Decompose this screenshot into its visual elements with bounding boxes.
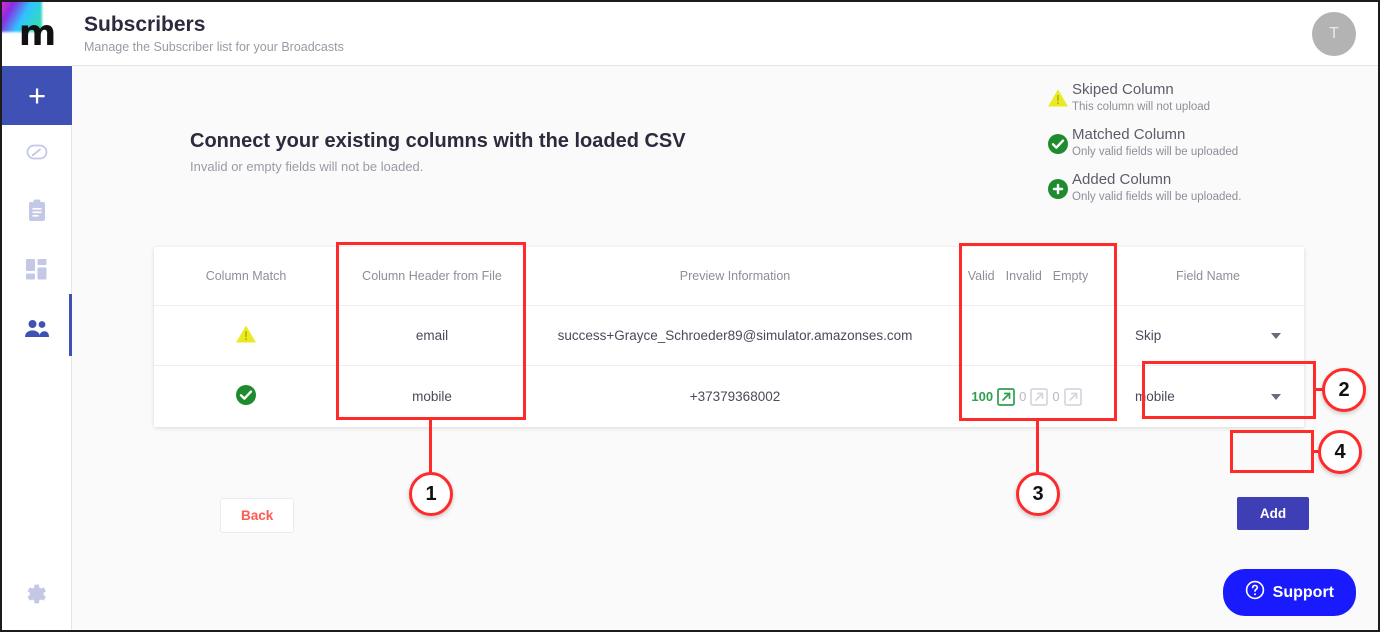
column-header-preview-information: Preview Information <box>526 247 944 306</box>
cell-valid-invalid-empty: 100 0 0 <box>944 366 1112 428</box>
legend-title: Matched Column <box>1072 125 1186 143</box>
plus-circle-icon <box>1044 170 1072 200</box>
cell-column-header: mobile <box>412 389 452 404</box>
annotation-marker-3: 3 <box>1016 472 1060 516</box>
legend-title: Skiped Column <box>1072 81 1174 98</box>
question-circle-icon <box>1245 580 1265 605</box>
sidebar-item-dashboard[interactable] <box>2 125 72 184</box>
back-button[interactable]: Back <box>220 498 295 533</box>
page-title: Subscribers <box>84 12 206 36</box>
annotation-marker-1: 1 <box>409 472 453 516</box>
page-title-block: Subscribers Manage the Subscriber list f… <box>84 13 344 54</box>
sidebar: + <box>2 66 72 630</box>
legend-title: Added Column <box>1072 170 1172 188</box>
cell-valid-invalid-empty <box>944 305 1112 366</box>
app-window: m Subscribers Manage the Subscriber list… <box>0 0 1380 632</box>
check-circle-icon <box>235 385 257 409</box>
avatar-initial: T <box>1329 25 1339 42</box>
column-header-valid: Valid <box>967 269 995 283</box>
legend-item-added: Added Column Only valid fields will be u… <box>1044 170 1364 206</box>
cell-field-name[interactable]: mobile <box>1112 366 1304 428</box>
chevron-down-icon <box>1271 332 1281 339</box>
gear-icon <box>25 583 49 612</box>
column-header-field-name: Field Name <box>1112 247 1304 306</box>
external-link-icon-empty[interactable] <box>1063 387 1083 407</box>
invalid-count: 0 <box>1019 389 1027 404</box>
clipboard-icon <box>26 199 48 228</box>
external-link-icon-valid[interactable] <box>996 387 1016 407</box>
speedometer-icon <box>25 140 49 169</box>
people-icon <box>24 319 50 344</box>
chevron-down-icon <box>1271 393 1281 400</box>
annotation-line-1 <box>429 420 432 476</box>
warning-triangle-icon <box>1044 80 1072 108</box>
grid-icon <box>26 259 48 286</box>
support-button[interactable]: Support <box>1222 569 1356 616</box>
column-header-invalid: Invalid <box>1005 269 1042 283</box>
annotation-line-3 <box>1036 421 1039 477</box>
legend-description: Only valid fields will be uploaded. <box>1072 190 1242 203</box>
section-heading-block: Connect your existing columns with the l… <box>190 130 686 174</box>
column-mapping-table: Column Match Column Header from File Pre… <box>154 247 1304 427</box>
empty-count: 0 <box>1052 389 1060 404</box>
page-subtitle: Manage the Subscriber list for your Broa… <box>84 40 344 55</box>
annotation-marker-4: 4 <box>1318 430 1362 474</box>
annotation-marker-2: 2 <box>1322 368 1366 412</box>
section-subheading: Invalid or empty fields will not be load… <box>190 159 424 174</box>
sidebar-item-subscribers[interactable] <box>2 294 72 361</box>
check-circle-icon <box>1044 125 1072 155</box>
legend-description: This column will not upload <box>1072 101 1211 114</box>
cell-preview: success+Grayce_Schroeder89@simulator.ama… <box>526 305 944 366</box>
warning-triangle-icon <box>235 325 257 347</box>
sidebar-item-add[interactable]: + <box>2 66 72 125</box>
table-row: mobile +37379368002 100 0 0 mobile <box>154 366 1304 428</box>
cell-column-match <box>154 366 338 428</box>
cell-column-header: email <box>338 305 526 366</box>
column-header-valid-invalid-empty: Valid Invalid Empty <box>944 247 1112 306</box>
cell-field-name[interactable]: Skip <box>1112 305 1304 366</box>
sidebar-item-widgets[interactable] <box>2 243 72 302</box>
field-name-select-mobile[interactable]: mobile <box>1133 389 1283 404</box>
table-row: email success+Grayce_Schroeder89@simulat… <box>154 305 1304 366</box>
field-name-value: mobile <box>1135 389 1175 404</box>
legend-item-matched: Matched Column Only valid fields will be… <box>1044 125 1364 161</box>
sidebar-item-reports[interactable] <box>2 184 72 243</box>
support-label: Support <box>1272 583 1334 601</box>
section-heading: Connect your existing columns with the l… <box>190 130 686 152</box>
valid-count: 100 <box>971 389 994 404</box>
avatar[interactable]: T <box>1312 12 1356 56</box>
field-name-value: Skip <box>1135 328 1162 343</box>
app-logo[interactable]: m <box>2 1 72 66</box>
add-button[interactable]: Add <box>1237 497 1309 530</box>
legend-panel: Skiped Column This column will not uploa… <box>1044 80 1364 214</box>
plus-icon: + <box>27 78 47 113</box>
external-link-icon-invalid[interactable] <box>1029 387 1049 407</box>
main-content: Skiped Column This column will not uploa… <box>72 66 1378 630</box>
table-header-row: Column Match Column Header from File Pre… <box>154 247 1304 306</box>
sidebar-item-settings[interactable] <box>2 583 72 612</box>
legend-description: Only valid fields will be uploaded <box>1072 146 1239 159</box>
column-header-column-header-from-file: Column Header from File <box>338 247 526 306</box>
top-header-bar: m Subscribers Manage the Subscriber list… <box>2 1 1378 66</box>
cell-preview: +37379368002 <box>689 389 781 404</box>
cell-column-match <box>154 305 338 366</box>
logo-letter: m <box>18 12 57 54</box>
column-header-empty: Empty <box>1052 269 1089 283</box>
column-header-column-match: Column Match <box>154 247 338 306</box>
field-name-select-email[interactable]: Skip <box>1133 328 1283 343</box>
legend-item-skipped: Skiped Column This column will not uploa… <box>1044 80 1364 116</box>
